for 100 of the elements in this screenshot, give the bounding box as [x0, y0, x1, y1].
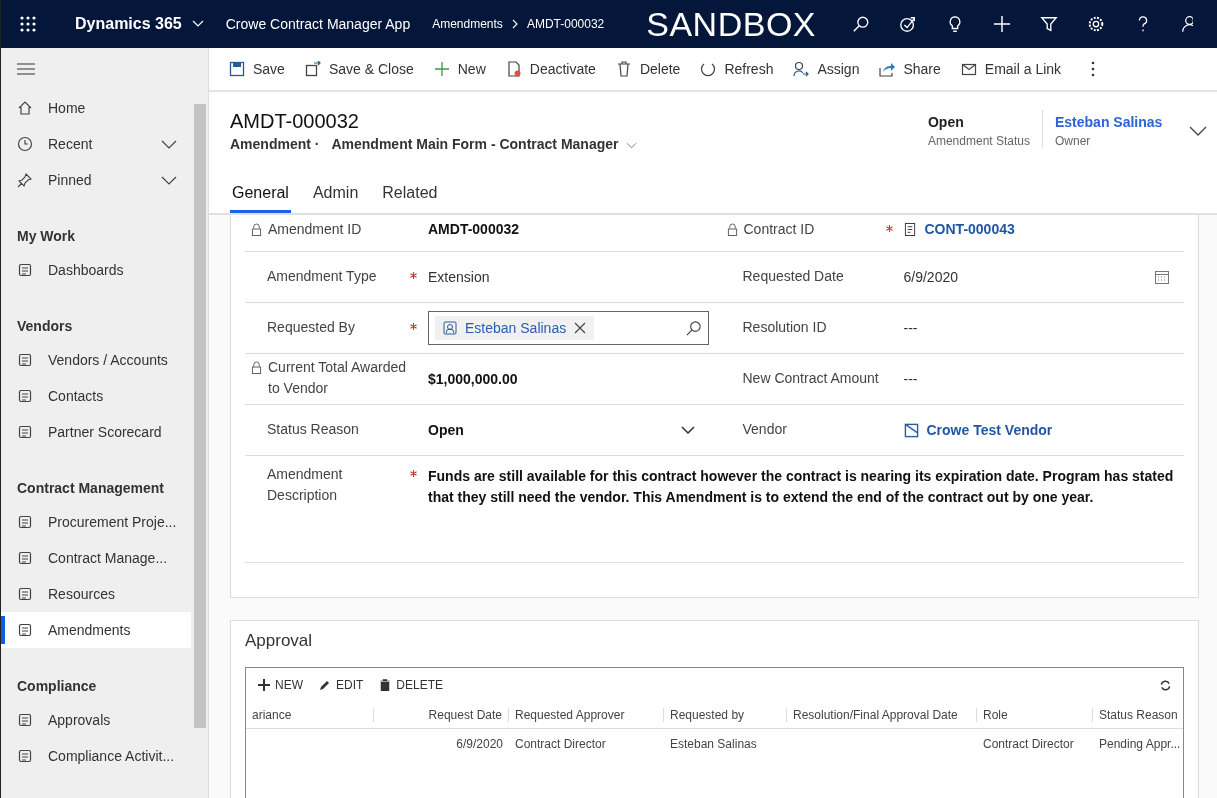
field-label: Current Total Awarded to Vendor — [268, 358, 407, 398]
field-label: Contract ID — [743, 220, 815, 239]
column-header[interactable]: Status Reason — [1093, 708, 1188, 722]
nav-icon — [17, 100, 33, 116]
nav-item[interactable]: Vendors / Accounts — [1, 342, 191, 378]
search-icon[interactable] — [684, 319, 702, 337]
nav-icon — [17, 586, 33, 602]
nav-icon — [17, 388, 33, 404]
nav-section-title: Vendors — [16, 317, 74, 336]
trash-icon — [379, 679, 392, 691]
column-header[interactable]: Request Date — [374, 708, 509, 722]
field-label: Requested By — [266, 317, 355, 337]
save-close-icon — [304, 61, 321, 77]
field-value: Extension — [428, 269, 490, 285]
calendar-icon[interactable] — [1154, 269, 1170, 285]
command-button[interactable]: Share — [871, 61, 949, 77]
command-button[interactable]: Email a Link — [952, 61, 1070, 77]
field-value: --- — [903, 371, 918, 387]
nav-item[interactable]: Contacts — [1, 378, 191, 414]
field-label: Amendment ID — [268, 220, 362, 239]
target-icon[interactable] — [899, 15, 917, 33]
table-cell: 6/9/2020 — [456, 737, 503, 751]
person-icon — [793, 61, 810, 77]
nav-icon — [17, 514, 33, 530]
column-header[interactable]: Requested Approver — [509, 708, 664, 722]
nav-item[interactable]: Amendments — [1, 612, 191, 648]
tab[interactable]: Admin — [310, 180, 361, 213]
nav-icon — [17, 136, 33, 152]
column-header[interactable]: ariance — [246, 708, 374, 722]
more-icon[interactable] — [1091, 61, 1096, 77]
column-header[interactable]: Resolution/Final Approval Date — [787, 708, 977, 722]
command-button[interactable]: Refresh — [692, 61, 782, 77]
command-button[interactable]: Save — [221, 61, 293, 77]
nav-item[interactable]: Partner Scorecard — [1, 414, 191, 450]
description-text: Funds are still available for this contract however the contract is nearing its expiration date. Program has stated that they still need the vendor. This Amendment is to extend the end of the contract out by one year. — [428, 467, 1175, 507]
nav-icon — [17, 424, 33, 440]
form-selector[interactable]: Amendment Main Form - Contract Manager — [331, 136, 638, 152]
chevron-down-icon[interactable] — [1189, 126, 1207, 136]
grid-command-button[interactable]: NEW — [258, 678, 309, 692]
menu-icon[interactable] — [17, 63, 35, 75]
field-label: Resolution ID — [741, 317, 827, 337]
nav-item[interactable]: Resources — [1, 576, 191, 612]
nav-item[interactable]: Home — [1, 90, 191, 126]
chevron-down-icon[interactable] — [680, 426, 695, 434]
user-icon[interactable] — [1181, 15, 1193, 33]
chevron-down-icon[interactable] — [161, 139, 177, 149]
command-button[interactable]: Save & Close — [296, 61, 422, 77]
chevron-down-icon — [626, 142, 638, 149]
app-launcher-icon[interactable] — [20, 16, 36, 32]
status-value: Open — [927, 114, 965, 130]
search-icon[interactable] — [852, 15, 870, 33]
nav-section-title: My Work — [16, 227, 77, 246]
field-label: Status Reason — [266, 419, 359, 439]
column-header[interactable]: Requested by — [664, 708, 787, 722]
contact-icon — [443, 321, 457, 335]
document-icon — [505, 61, 522, 77]
plus-icon[interactable] — [993, 15, 1011, 33]
command-button[interactable]: Delete — [607, 61, 689, 77]
grid-command-button[interactable]: EDIT — [319, 678, 370, 692]
scrollbar[interactable] — [194, 104, 206, 728]
nav-item[interactable]: Procurement Proje... — [1, 504, 191, 540]
share-icon — [879, 61, 896, 77]
refresh-icon[interactable] — [1160, 679, 1171, 691]
app-name[interactable]: Dynamics 365 — [75, 15, 182, 33]
tab[interactable]: Related — [380, 180, 440, 213]
nav-icon — [17, 352, 33, 368]
nav-item[interactable]: Contract Manage... — [1, 540, 191, 576]
command-button[interactable]: Deactivate — [497, 61, 604, 77]
owner-link[interactable]: Esteban Salinas — [1055, 114, 1165, 130]
command-button[interactable]: Assign — [785, 61, 868, 77]
breadcrumb-item[interactable]: Amendments — [432, 17, 503, 31]
field-value: --- — [903, 320, 918, 336]
pencil-icon — [319, 679, 331, 691]
settings-icon[interactable] — [1087, 15, 1105, 33]
lookup-field[interactable]: Esteban Salinas — [428, 311, 709, 345]
dropdown-value[interactable]: Open — [428, 422, 673, 438]
record-link[interactable]: Crowe Test Vendor — [926, 422, 1053, 438]
filter-icon[interactable] — [1040, 15, 1058, 33]
chevron-down-icon[interactable] — [161, 175, 177, 185]
envelope-icon — [960, 61, 977, 77]
record-link[interactable]: CONT-000043 — [924, 221, 1015, 237]
chevron-right-icon — [511, 19, 518, 29]
status-label: Amendment Status — [927, 134, 1030, 148]
plus-icon — [433, 61, 450, 77]
breadcrumb-item: AMDT-000032 — [526, 17, 605, 31]
entity-name: Amendment · — [230, 136, 320, 152]
owner-label: Owner — [1055, 134, 1092, 148]
close-icon[interactable] — [574, 322, 587, 334]
grid-command-button[interactable]: DELETE — [379, 678, 450, 692]
nav-item[interactable]: Recent — [1, 126, 191, 162]
nav-item[interactable]: Approvals — [1, 702, 191, 738]
command-button[interactable]: New — [425, 61, 494, 77]
app-title[interactable]: Crowe Contract Manager App — [225, 16, 411, 32]
environment-label: SANDBOX — [646, 4, 816, 44]
nav-item[interactable]: Dashboards — [1, 252, 191, 288]
account-icon — [903, 422, 919, 438]
column-header[interactable]: Role — [977, 708, 1093, 722]
nav-item[interactable]: Pinned — [1, 162, 191, 198]
field-value: $1,000,000.00 — [428, 371, 518, 387]
nav-item[interactable]: Compliance Activit... — [1, 738, 191, 774]
